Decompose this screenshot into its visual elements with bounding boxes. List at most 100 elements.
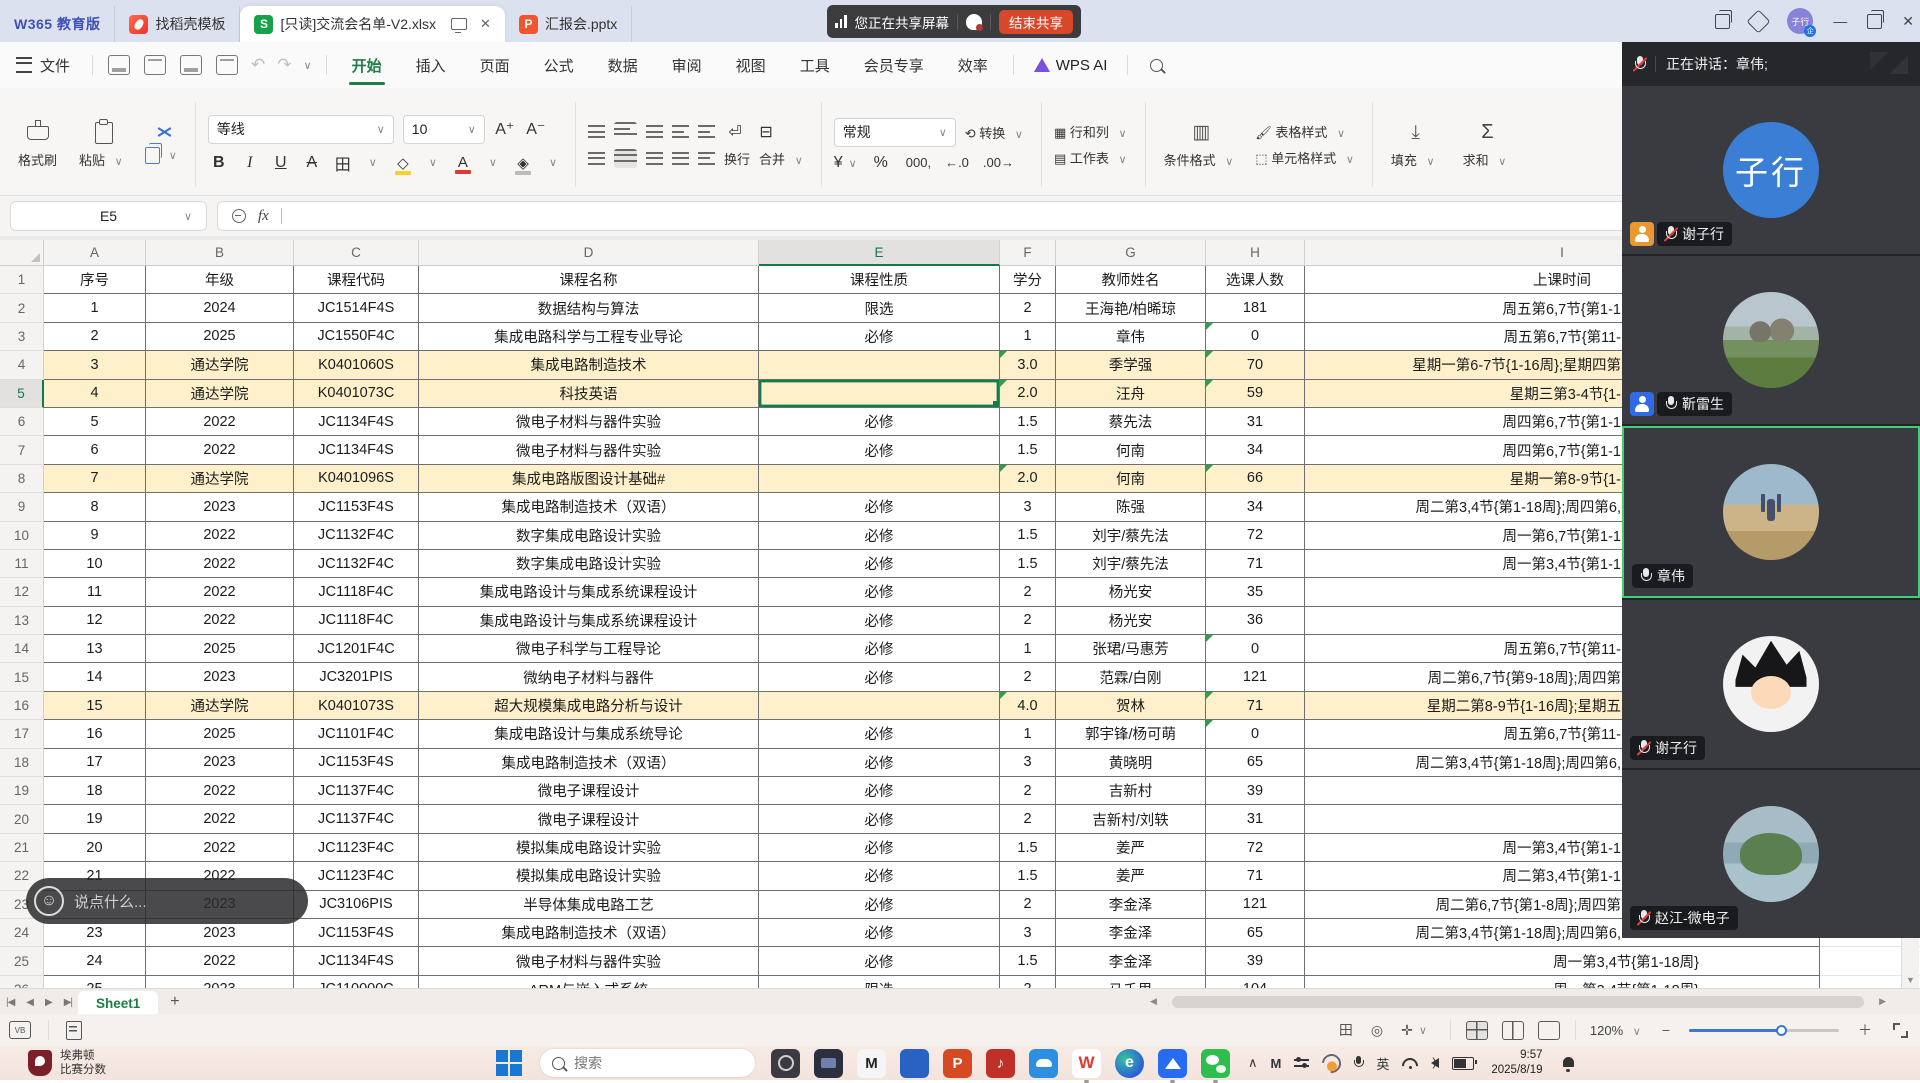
- cell[interactable]: 李金泽: [1056, 919, 1206, 947]
- tabs-overview-icon[interactable]: [1715, 14, 1730, 29]
- battery-icon[interactable]: [1452, 1057, 1474, 1070]
- cell[interactable]: 121: [1206, 663, 1305, 691]
- cell[interactable]: 课程代码: [294, 266, 419, 294]
- widgets-button[interactable]: 埃弗顿比赛分数: [28, 1049, 218, 1078]
- tab-效率[interactable]: 效率: [941, 43, 1005, 87]
- cell[interactable]: 13: [44, 635, 146, 663]
- column-header[interactable]: G: [1056, 240, 1206, 266]
- cell[interactable]: 必修: [759, 947, 1000, 975]
- wechat-app-icon[interactable]: [1201, 1049, 1230, 1078]
- cell[interactable]: 年级: [146, 266, 294, 294]
- cell[interactable]: 微电子课程设计: [419, 805, 759, 833]
- clock[interactable]: 9:572025/8/19: [1491, 1048, 1542, 1078]
- tab-公式[interactable]: 公式: [527, 43, 591, 87]
- cell[interactable]: [759, 380, 1000, 408]
- cell[interactable]: [759, 351, 1000, 379]
- cell[interactable]: 2022: [146, 578, 294, 606]
- row-header[interactable]: 16: [0, 692, 44, 720]
- cell[interactable]: 必修: [759, 436, 1000, 464]
- row-header[interactable]: 14: [0, 635, 44, 663]
- prev-sheet-icon[interactable]: ◀: [26, 997, 33, 1008]
- row-header[interactable]: 20: [0, 805, 44, 833]
- cell[interactable]: 2022: [146, 436, 294, 464]
- cell[interactable]: 66: [1206, 465, 1305, 493]
- row-header[interactable]: 6: [0, 408, 44, 436]
- cell[interactable]: 何南: [1056, 465, 1206, 493]
- cell[interactable]: [759, 465, 1000, 493]
- cell[interactable]: 周一第3,4节{第1-18周}: [1305, 947, 1820, 975]
- row-header[interactable]: 19: [0, 777, 44, 805]
- chevron-down-icon[interactable]: ∨: [304, 59, 312, 72]
- cell[interactable]: JC1514F4S: [294, 294, 419, 322]
- cell[interactable]: 集成电路设计与集成系统导论: [419, 720, 759, 748]
- cell[interactable]: 2024: [146, 294, 294, 322]
- wps-ai-button[interactable]: WPS AI: [1022, 57, 1120, 74]
- cloud-app-icon[interactable]: [1029, 1049, 1058, 1078]
- underline-button[interactable]: U: [270, 154, 292, 172]
- cell[interactable]: 限选: [759, 976, 1000, 988]
- row-header[interactable]: 24: [0, 919, 44, 947]
- cell[interactable]: 2023: [146, 749, 294, 777]
- cell[interactable]: 马千里: [1056, 976, 1206, 988]
- cell[interactable]: 1.5: [1000, 408, 1056, 436]
- cell[interactable]: JC1134F4S: [294, 436, 419, 464]
- cell[interactable]: 教师姓名: [1056, 266, 1206, 294]
- restore-button[interactable]: [1867, 14, 1882, 29]
- cell[interactable]: 7: [44, 465, 146, 493]
- cell[interactable]: 14: [44, 663, 146, 691]
- screen-record-icon[interactable]: [1318, 1050, 1345, 1077]
- cell[interactable]: 2022: [146, 805, 294, 833]
- cell[interactable]: 1.5: [1000, 550, 1056, 578]
- italic-button[interactable]: I: [239, 154, 261, 172]
- cell[interactable]: K0401096S: [294, 465, 419, 493]
- cell[interactable]: 181: [1206, 294, 1305, 322]
- cell[interactable]: 72: [1206, 834, 1305, 862]
- cell[interactable]: JC1132F4C: [294, 550, 419, 578]
- select-all-corner[interactable]: [0, 240, 44, 266]
- wrap-text-icon[interactable]: ⏎: [724, 122, 746, 142]
- zoom-selection-icon[interactable]: [232, 209, 246, 223]
- cell[interactable]: 章伟: [1056, 323, 1206, 351]
- row-header[interactable]: 8: [0, 465, 44, 493]
- cell[interactable]: 杨光安: [1056, 607, 1206, 635]
- cell[interactable]: 微电子材料与器件实验: [419, 947, 759, 975]
- cell[interactable]: 2025: [146, 720, 294, 748]
- cell[interactable]: 65: [1206, 919, 1305, 947]
- hamburger-icon[interactable]: [16, 57, 32, 73]
- cell[interactable]: 4.0: [1000, 692, 1056, 720]
- cell[interactable]: 数字集成电路设计实验: [419, 522, 759, 550]
- cell[interactable]: 6: [44, 436, 146, 464]
- row-header[interactable]: 7: [0, 436, 44, 464]
- participant-tile[interactable]: 子行谢子行: [1622, 86, 1920, 254]
- column-header[interactable]: F: [1000, 240, 1056, 266]
- workspace-icon[interactable]: [1747, 9, 1771, 33]
- cell[interactable]: JC1123F4C: [294, 862, 419, 890]
- cell[interactable]: 汪舟: [1056, 380, 1206, 408]
- row-header[interactable]: 17: [0, 720, 44, 748]
- row-header[interactable]: 12: [0, 578, 44, 606]
- cell[interactable]: 杨光安: [1056, 578, 1206, 606]
- cell[interactable]: 序号: [44, 266, 146, 294]
- cell[interactable]: 3.0: [1000, 351, 1056, 379]
- cell[interactable]: [759, 692, 1000, 720]
- cell[interactable]: 12: [44, 607, 146, 635]
- print-preview-icon[interactable]: [216, 55, 238, 75]
- cell[interactable]: 1: [1000, 323, 1056, 351]
- cell[interactable]: 1.5: [1000, 522, 1056, 550]
- microphone-icon[interactable]: [1354, 1056, 1363, 1070]
- cell[interactable]: 李金泽: [1056, 891, 1206, 919]
- column-header[interactable]: E: [759, 240, 1000, 266]
- convert-button[interactable]: ⟲ 转换 ∨: [965, 123, 1029, 142]
- cell[interactable]: JC1123F4C: [294, 834, 419, 862]
- cell[interactable]: 2: [1000, 891, 1056, 919]
- save-icon[interactable]: [108, 55, 130, 75]
- cell[interactable]: 必修: [759, 578, 1000, 606]
- cell[interactable]: 9: [44, 522, 146, 550]
- cell[interactable]: 范霖/白刚: [1056, 663, 1206, 691]
- undo-icon[interactable]: ↶: [251, 55, 265, 75]
- powerpoint-app-icon[interactable]: P: [943, 1049, 972, 1078]
- input-language[interactable]: 英: [1376, 1054, 1389, 1073]
- cut-icon[interactable]: [155, 125, 173, 139]
- cell[interactable]: 11: [44, 578, 146, 606]
- cell[interactable]: JC1137F4C: [294, 805, 419, 833]
